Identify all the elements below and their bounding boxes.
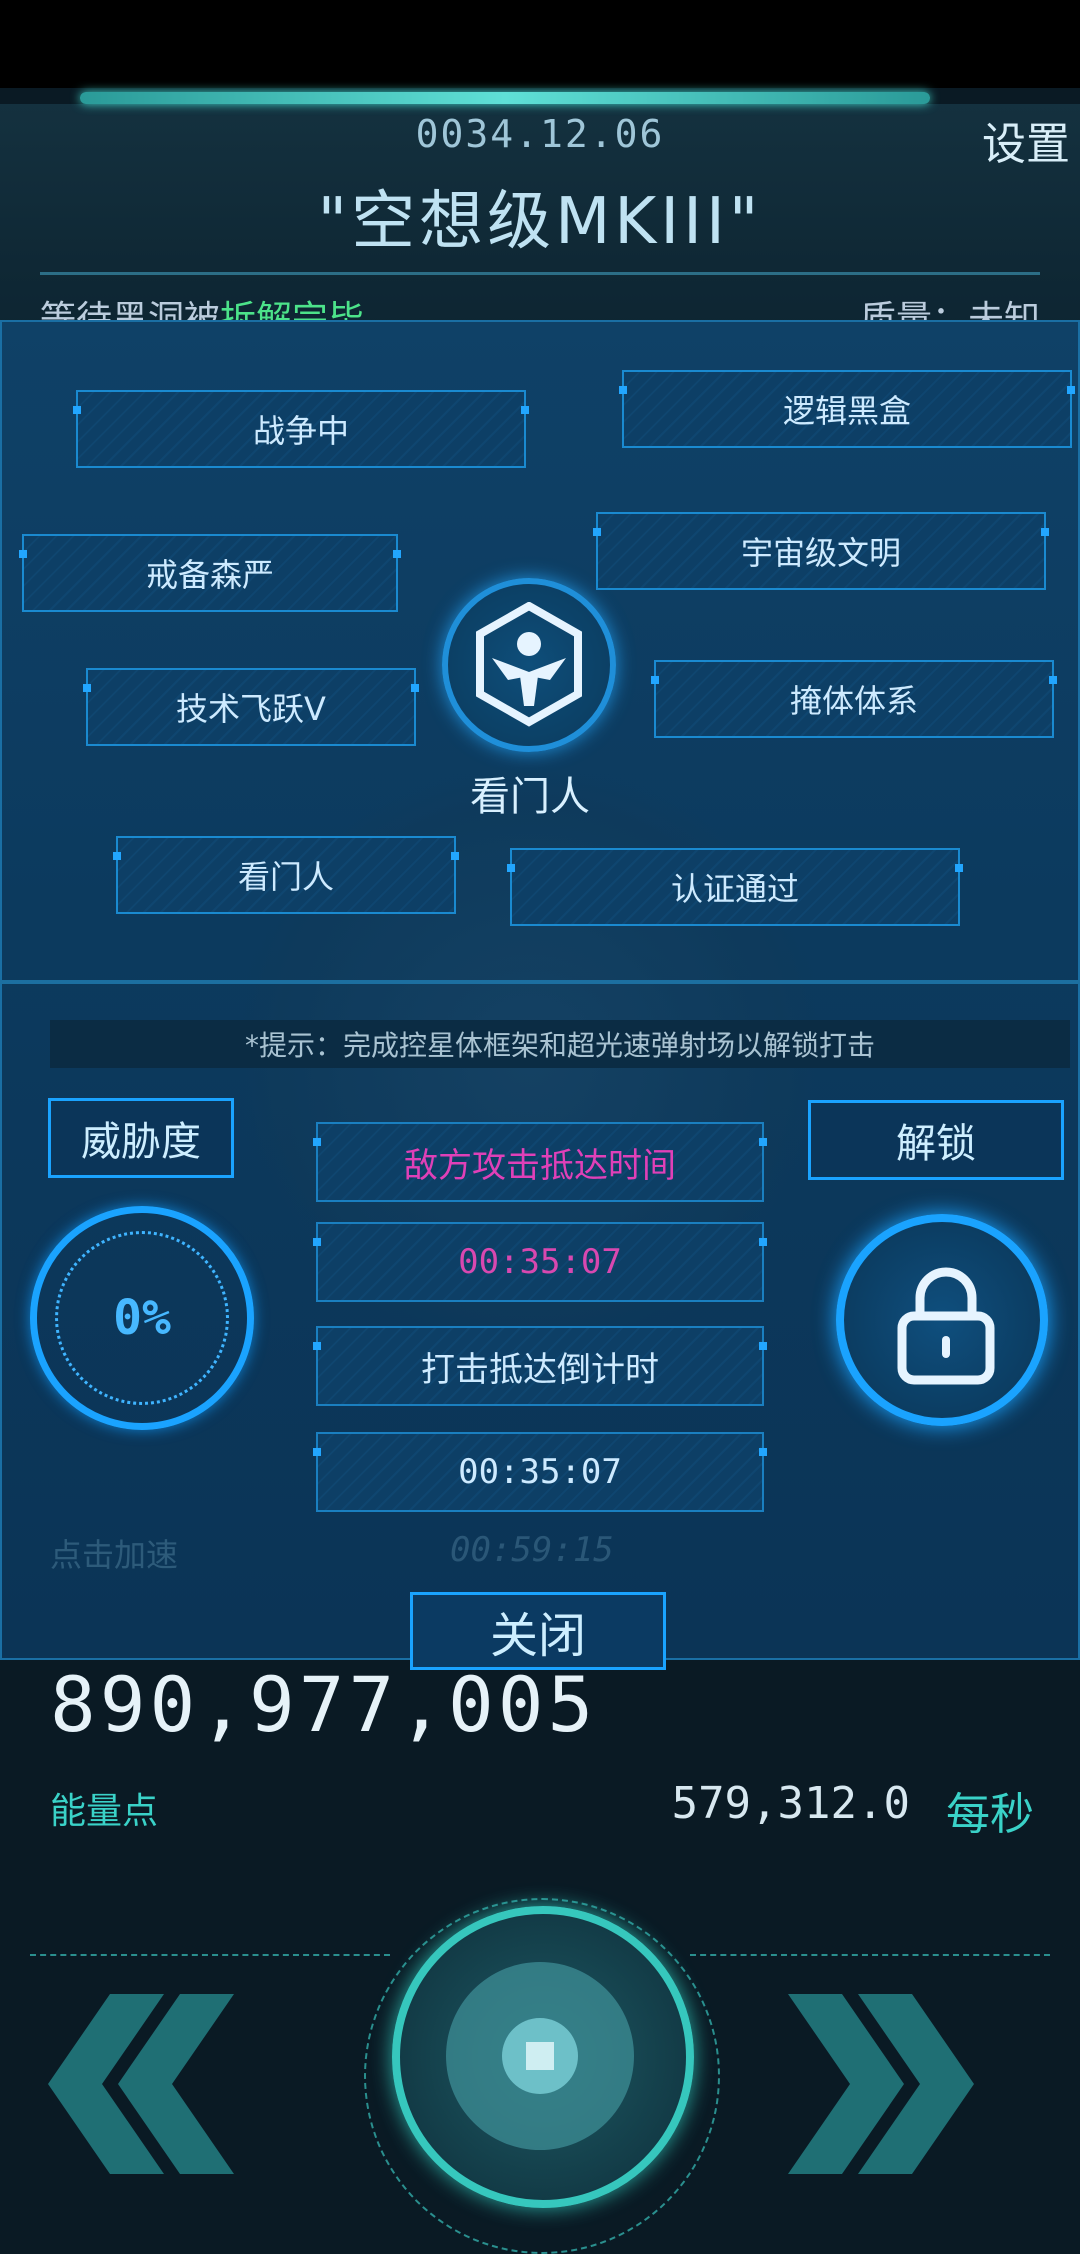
- threat-value: 0%: [113, 1290, 171, 1346]
- unlock-label: 解锁: [808, 1100, 1064, 1180]
- status-bar: [0, 0, 1080, 88]
- energy-label: 能量点: [50, 1791, 159, 1832]
- tag-at-war: 战争中: [73, 390, 529, 468]
- prev-page-button[interactable]: [48, 1994, 296, 2178]
- energy-rate-unit: 每秒: [946, 1789, 1034, 1840]
- next-page-button[interactable]: [786, 1994, 1034, 2178]
- tag-cosmic-civilization: 宇宙级文明: [593, 512, 1049, 590]
- lock-icon: [897, 1267, 995, 1385]
- accelerate-faded: 点击加速: [50, 1536, 179, 1574]
- nav-line-right: [690, 1954, 1050, 1956]
- energy-rate: 579,312.0: [671, 1778, 910, 1829]
- close-button[interactable]: 关闭: [410, 1592, 666, 1670]
- strike-countdown-time: 00:35:07: [313, 1432, 767, 1512]
- tag-gatekeeper: 看门人: [113, 836, 459, 914]
- page-title: "空想级MKIII": [317, 185, 763, 259]
- energy-points: 890,977,005: [50, 1660, 598, 1749]
- timer-faded: 00:59:15: [450, 1530, 614, 1570]
- hint-text: *提示：完成控星体框架和超光速弹射场以解锁打击: [244, 1029, 875, 1062]
- header-divider: [40, 272, 1040, 275]
- threat-label: 威胁度: [48, 1098, 234, 1178]
- core-center-icon: [526, 2042, 554, 2070]
- settings-button[interactable]: 设置: [982, 108, 1070, 172]
- double-chevron-left-icon: [48, 1994, 234, 2174]
- tag-heavily-guarded: 戒备森严: [19, 534, 401, 612]
- unlock-button[interactable]: [836, 1214, 1048, 1426]
- nav-line-left: [30, 1954, 390, 1956]
- tag-logic-blackbox: 逻辑黑盒: [619, 370, 1075, 448]
- enemy-attack-time: 00:35:07: [313, 1222, 767, 1302]
- enemy-attack-label: 敌方攻击抵达时间: [313, 1122, 767, 1202]
- tag-certified: 认证通过: [507, 848, 963, 926]
- double-chevron-right-icon: [788, 1994, 974, 2174]
- gatekeeper-emblem-icon: [442, 578, 616, 752]
- game-date: 0034.12.06: [415, 112, 665, 156]
- tag-shelter-system: 掩体体系: [651, 660, 1057, 738]
- emblem-label: 看门人: [470, 774, 590, 820]
- strike-countdown-label: 打击抵达倒计时: [313, 1326, 767, 1406]
- panel-divider: [0, 980, 1080, 984]
- header-accent-line: [80, 92, 930, 104]
- tag-tech-leap: 技术飞跃V: [83, 668, 419, 746]
